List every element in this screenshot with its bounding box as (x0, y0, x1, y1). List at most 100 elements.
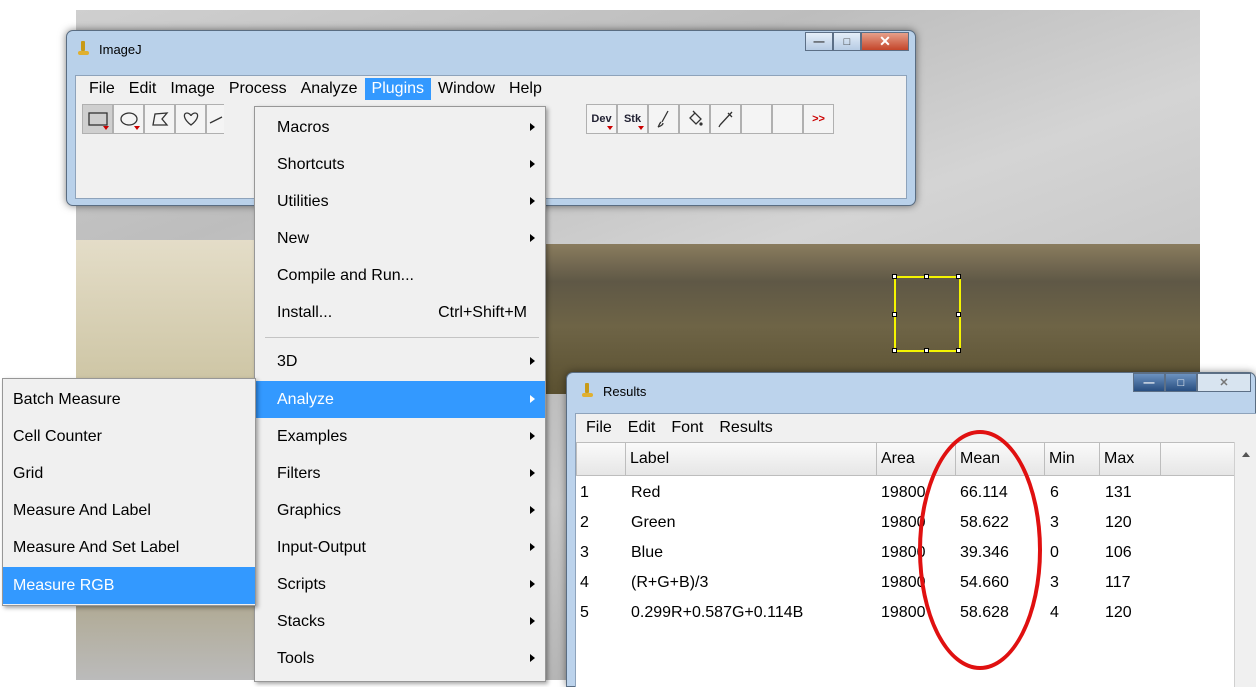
menu-item-label: 3D (277, 352, 298, 370)
empty-tool-slot-2[interactable] (772, 104, 803, 134)
menu-item-compile-and-run[interactable]: Compile and Run... (255, 257, 545, 294)
menu-item-label: Analyze (277, 390, 334, 408)
cell-index: 4 (580, 574, 589, 591)
menu-item-filters[interactable]: Filters (255, 455, 545, 492)
menu-item-label: Graphics (277, 501, 342, 519)
cell-min: 6 (1050, 484, 1059, 501)
imagej-toolbar (82, 104, 224, 134)
window-title: ImageJ (99, 41, 142, 57)
imagej-menubar: File Edit Image Process Analyze Plugins … (76, 76, 906, 102)
menu-item-label: Batch Measure (13, 390, 121, 408)
menu-plugins[interactable]: Plugins (364, 78, 432, 100)
column-header-label[interactable]: Label (625, 442, 877, 476)
minimize-button[interactable]: — (805, 32, 833, 51)
submenu-item-measure-rgb[interactable]: Measure RGB (3, 567, 255, 604)
menu-item-utilities[interactable]: Utilities (255, 183, 545, 220)
menu-item-graphics[interactable]: Graphics (255, 492, 545, 529)
oval-tool[interactable] (113, 104, 144, 134)
analyze-submenu: Batch Measure Cell Counter Grid Measure … (2, 378, 256, 606)
submenu-item-grid[interactable]: Grid (3, 455, 255, 492)
cell-max: 120 (1105, 604, 1132, 621)
cell-index: 3 (580, 544, 589, 561)
cell-max: 131 (1105, 484, 1132, 501)
menu-item-stacks[interactable]: Stacks (255, 603, 545, 640)
menu-image[interactable]: Image (163, 78, 221, 100)
results-menubar: File Edit Font Results (576, 414, 1256, 442)
menu-item-shortcuts[interactable]: Shortcuts (255, 146, 545, 183)
menu-item-3d[interactable]: 3D (255, 343, 545, 380)
cell-max: 106 (1105, 544, 1132, 561)
cell-label: (R+G+B)/3 (631, 574, 709, 591)
plugins-menu: Macros Shortcuts Utilities New Compile a… (254, 106, 546, 682)
more-tools-button[interactable]: >> (803, 104, 834, 134)
fill-tool[interactable] (679, 104, 710, 134)
scroll-up-icon[interactable] (1242, 452, 1250, 457)
stk-tool[interactable]: Stk (617, 104, 648, 134)
menu-analyze[interactable]: Analyze (294, 78, 365, 100)
imagej-titlebar: ImageJ (77, 37, 142, 61)
close-button[interactable]: ✕ (861, 32, 909, 51)
polygon-tool[interactable] (144, 104, 175, 134)
rectangle-tool[interactable] (82, 104, 113, 134)
menu-item-examples[interactable]: Examples (255, 418, 545, 455)
menu-process[interactable]: Process (222, 78, 294, 100)
menu-edit[interactable]: Edit (122, 78, 164, 100)
results-menu-results[interactable]: Results (719, 419, 772, 437)
submenu-arrow-icon (530, 197, 535, 205)
submenu-item-measure-and-label[interactable]: Measure And Label (3, 492, 255, 529)
menu-item-label: Compile and Run... (277, 266, 414, 284)
column-header-index[interactable] (576, 442, 626, 476)
pipette-tool[interactable] (710, 104, 741, 134)
results-window: Results — □ ✕ File Edit Font Results Lab… (566, 372, 1256, 687)
menu-item-macros[interactable]: Macros (255, 109, 545, 146)
menu-item-scripts[interactable]: Scripts (255, 566, 545, 603)
pipette-icon (717, 111, 732, 128)
results-vertical-scrollbar[interactable] (1234, 442, 1256, 687)
menu-item-input-output[interactable]: Input-Output (255, 529, 545, 566)
line-tool[interactable] (206, 104, 224, 134)
results-menu-font[interactable]: Font (671, 419, 703, 437)
results-menu-edit[interactable]: Edit (628, 419, 656, 437)
menu-window[interactable]: Window (431, 78, 502, 100)
cell-label: Blue (631, 544, 664, 561)
menu-item-label: Install... (277, 303, 333, 321)
submenu-arrow-icon (530, 506, 535, 514)
cell-max: 120 (1105, 514, 1132, 531)
submenu-arrow-icon (530, 469, 535, 477)
menu-item-label: Measure And Label (13, 501, 151, 519)
submenu-item-batch-measure[interactable]: Batch Measure (3, 381, 255, 418)
menu-file[interactable]: File (82, 78, 122, 100)
freehand-tool[interactable] (175, 104, 206, 134)
dev-tool[interactable]: Dev (586, 104, 617, 134)
column-header-max[interactable]: Max (1099, 442, 1161, 476)
results-minimize-button[interactable]: — (1133, 373, 1165, 392)
rectangle-selection-roi[interactable] (892, 274, 961, 353)
submenu-item-cell-counter[interactable]: Cell Counter (3, 418, 255, 455)
results-maximize-button[interactable]: □ (1165, 373, 1197, 392)
column-header-min[interactable]: Min (1044, 442, 1100, 476)
menu-item-label: New (277, 229, 310, 247)
menu-item-install[interactable]: Install... Ctrl+Shift+M (255, 294, 545, 331)
results-close-button[interactable]: ✕ (1197, 373, 1251, 392)
brush-tool[interactable] (648, 104, 679, 134)
cell-area: 19800 (881, 484, 926, 501)
empty-tool-slot-1[interactable] (741, 104, 772, 134)
submenu-item-measure-and-set-label[interactable]: Measure And Set Label (3, 529, 255, 566)
menu-item-label: Input-Output (277, 538, 366, 556)
menu-item-analyze[interactable]: Analyze (255, 381, 545, 418)
more-tools-label: >> (812, 113, 825, 125)
submenu-arrow-icon (530, 432, 535, 440)
rectangle-icon (87, 112, 108, 126)
submenu-arrow-icon (530, 123, 535, 131)
heart-icon (183, 112, 198, 126)
menu-item-label: Cell Counter (13, 427, 102, 445)
menu-item-tools[interactable]: Tools (255, 640, 545, 677)
polygon-icon (151, 112, 168, 126)
submenu-arrow-icon (530, 580, 535, 588)
menu-item-new[interactable]: New (255, 220, 545, 257)
menu-item-label: Scripts (277, 575, 326, 593)
results-menu-file[interactable]: File (586, 419, 612, 437)
maximize-button[interactable]: □ (833, 32, 861, 51)
results-titlebar: Results (581, 383, 646, 399)
menu-help[interactable]: Help (502, 78, 549, 100)
